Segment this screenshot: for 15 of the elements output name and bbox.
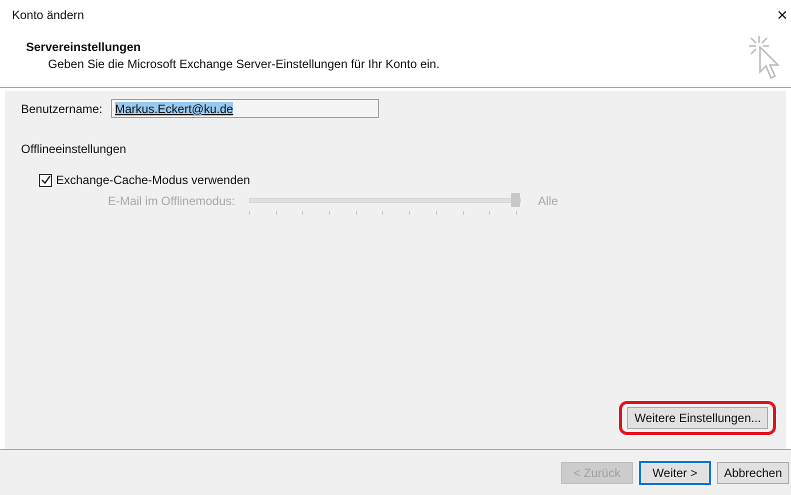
dialog-button[interactable]: Weiter > [638, 460, 711, 484]
username-field[interactable]: Markus.Eckert@ku.de [111, 99, 379, 118]
page-description: Geben Sie die Microsoft Exchange Server-Einstellungen für Ihr Konto ein. [48, 57, 440, 71]
slider-value: Alle [538, 194, 558, 208]
more-settings-button[interactable]: Weitere Einstellungen... [627, 407, 768, 429]
checkbox-label: Exchange-Cache-Modus verwenden [56, 173, 250, 187]
close-button[interactable]: × [777, 4, 791, 26]
username-label: Benutzername: [21, 102, 101, 116]
dialog-button[interactable]: Abbrechen [716, 462, 789, 484]
window-title: Konto ändern [12, 8, 84, 22]
section-heading: Offlineeinstellungen [21, 142, 128, 156]
page-title: Servereinstellungen [26, 40, 142, 54]
checkbox[interactable] [39, 174, 52, 186]
cursor-click-icon [747, 34, 781, 80]
slider-label: E-Mail im Offlinemodus: [106, 194, 236, 208]
